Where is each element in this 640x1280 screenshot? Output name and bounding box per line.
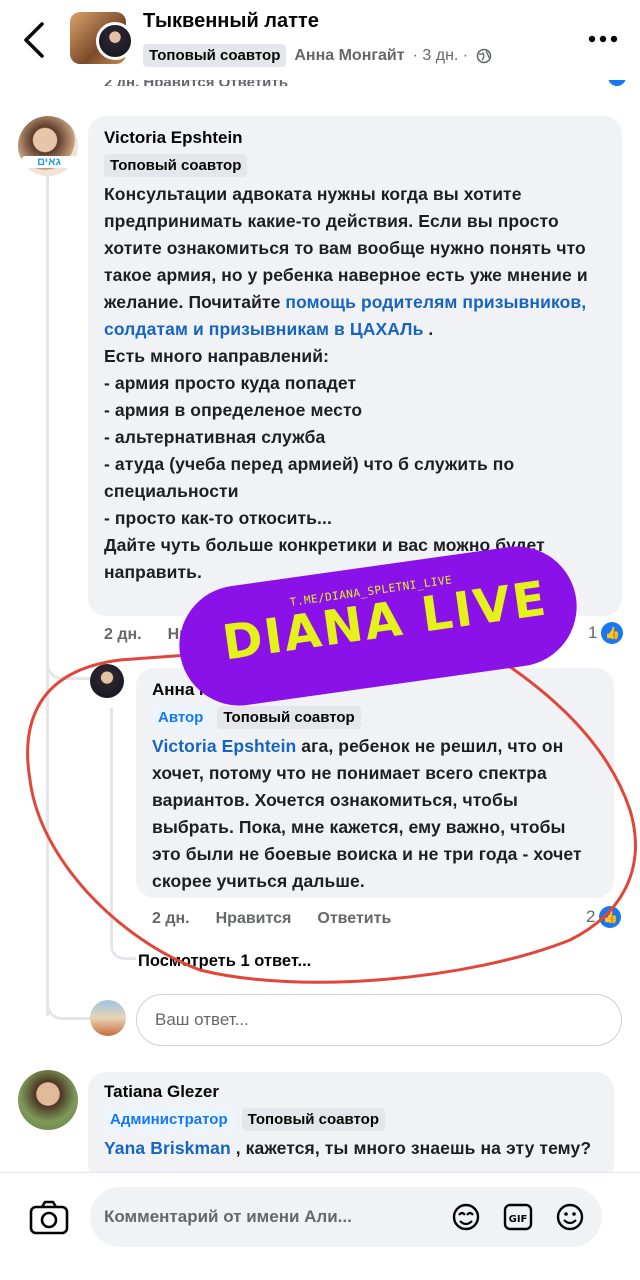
like-button[interactable]: Нравится — [216, 910, 292, 928]
header-subline: Топовый соавтор Анна Монгайт · 3 дн. · — [143, 44, 492, 67]
like-count-value: 1 — [588, 623, 598, 642]
thumbs-up-icon: 👍 — [599, 906, 622, 928]
thread-connector — [46, 620, 91, 680]
like-count-value: 2 — [586, 907, 596, 926]
post-time: · 3 дн. · — [412, 46, 469, 64]
avatar-tatiana[interactable] — [18, 1070, 78, 1130]
emoji-icon[interactable] — [552, 1199, 588, 1235]
comment-text: Консультации адвоката нужны когда вы хот… — [104, 181, 606, 586]
svg-text:GIF: GIF — [509, 1214, 528, 1225]
top-contributor-badge: Топовый соавтор — [143, 44, 287, 67]
mention-link[interactable]: Victoria Epshtein — [152, 736, 296, 756]
thumbs-up-icon: 👍 — [601, 622, 624, 644]
like-button[interactable]: Нравится — [168, 626, 244, 644]
comment-text-part: ага, ребенок не решил, что он хочет, пот… — [152, 736, 587, 891]
comment-badges: Автор Топовый соавтор — [152, 706, 598, 729]
verified-icon: ✓ — [275, 681, 294, 699]
top-contributor-badge: Топовый соавтор — [104, 154, 248, 177]
comment-actions: 2 дн. Нравится Ответить — [152, 910, 391, 928]
comment-author: Анна Монгайт ✓ — [152, 680, 598, 700]
like-count[interactable]: 1 👍 — [588, 622, 624, 644]
comment-badges: Администратор Топовый соавтор — [104, 1108, 598, 1131]
avatar-frame-tag: גאים — [22, 156, 76, 168]
comment-text-part: . Есть много направлений: - армия просто… — [104, 319, 545, 582]
current-user-avatar — [90, 1000, 126, 1036]
comment-author[interactable]: Victoria Epshtein — [104, 128, 606, 148]
like-count[interactable]: 2 👍 — [586, 906, 622, 928]
comment-bubble-anna: Анна Монгайт ✓ Автор Топовый соавтор Vic… — [136, 668, 614, 898]
comment-time: 2 дн. — [152, 910, 190, 927]
composer-icons: GIF — [448, 1199, 588, 1235]
avatar-anna[interactable] — [90, 664, 124, 698]
more-options-icon[interactable] — [588, 34, 618, 44]
author-avatar[interactable] — [96, 22, 134, 60]
comment-text: Victoria Epshtein ага, ребенок не решил,… — [152, 733, 598, 895]
thread-line — [46, 166, 49, 1016]
comment-badges: Топовый соавтор — [104, 154, 606, 177]
globe-icon — [476, 48, 492, 63]
comment-text: Yana Briskman , кажется, ты много знаешь… — [104, 1135, 598, 1162]
comment-bubble-victoria: Victoria Epshtein Топовый соавтор Консул… — [88, 116, 622, 616]
thread-connector-nested — [110, 930, 136, 960]
camera-icon[interactable] — [28, 1197, 70, 1239]
author-badge: Автор — [152, 706, 210, 729]
post-header: Тыквенный латте Топовый соавтор Анна Мон… — [0, 0, 640, 80]
comment-bubble-tatiana: Tatiana Glezer Администратор Топовый соа… — [88, 1072, 614, 1182]
comment-actions: 2 дн. Нравится — [104, 626, 243, 644]
admin-badge: Администратор — [104, 1108, 234, 1131]
group-title[interactable]: Тыквенный латте — [143, 10, 319, 33]
reply-placeholder: Ваш ответ... — [155, 1010, 249, 1029]
comment-author-name[interactable]: Анна Монгайт — [152, 680, 269, 700]
gif-icon[interactable]: GIF — [500, 1199, 536, 1235]
comment-composer-bar: Комментарий от имени Али... GIF — [0, 1172, 640, 1280]
reply-input[interactable]: Ваш ответ... — [136, 994, 622, 1046]
top-contributor-badge: Топовый соавтор — [241, 1108, 385, 1131]
thread-connector-reply — [46, 990, 90, 1020]
post-author-name[interactable]: Анна Монгайт — [294, 47, 404, 65]
comment-time: 2 дн. — [104, 626, 142, 643]
comment-input[interactable]: Комментарий от имени Али... GIF — [90, 1187, 602, 1247]
comment-author[interactable]: Tatiana Glezer — [104, 1082, 598, 1102]
avatar-sticker-icon[interactable] — [448, 1199, 484, 1235]
thread-line-nested — [110, 708, 113, 948]
reply-button[interactable]: Ответить — [317, 910, 391, 928]
comment-input-placeholder: Комментарий от имени Али... — [104, 1207, 352, 1226]
comment-text-part: , кажется, ты много знаешь на эту тему? — [230, 1138, 592, 1158]
view-replies-link[interactable]: Посмотреть 1 ответ... — [138, 952, 311, 971]
top-contributor-badge: Топовый соавтор — [217, 706, 361, 729]
back-arrow-icon[interactable] — [20, 20, 50, 60]
mention-link[interactable]: Yana Briskman — [104, 1138, 231, 1158]
